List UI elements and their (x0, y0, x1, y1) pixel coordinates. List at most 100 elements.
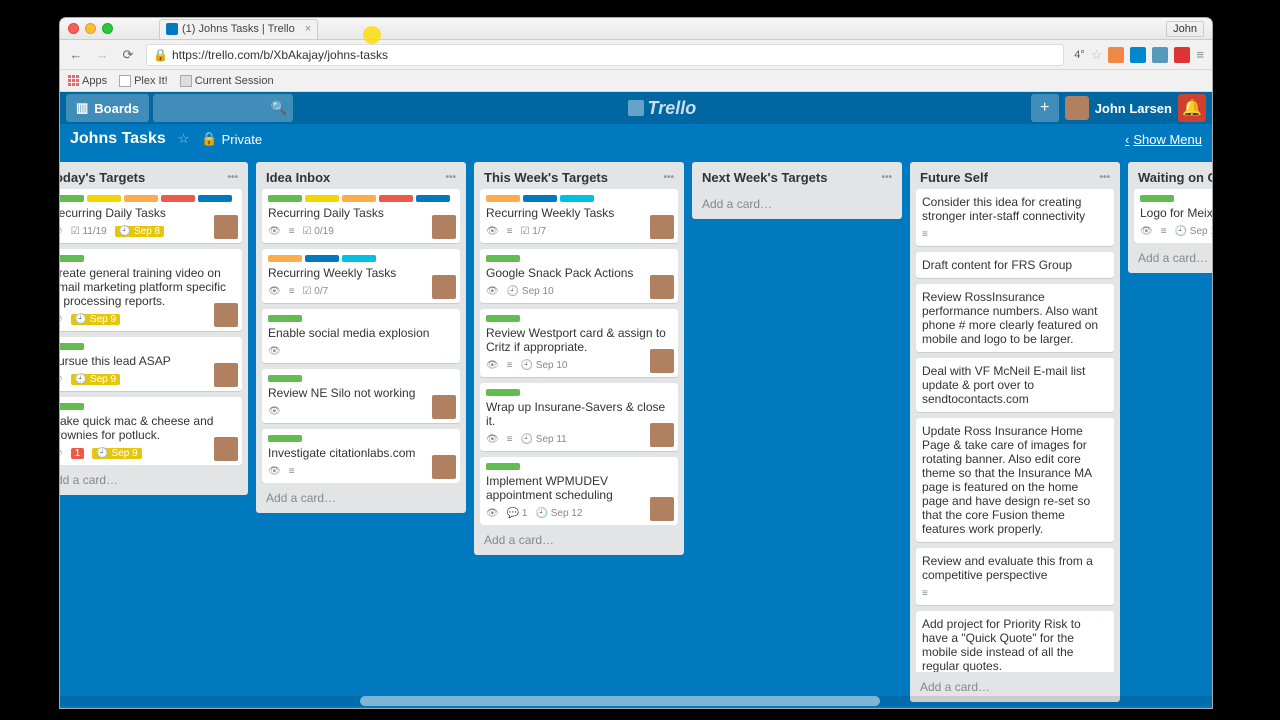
member-avatar[interactable] (650, 349, 674, 373)
privacy-button[interactable]: 🔒Private (201, 131, 262, 147)
member-avatar[interactable] (432, 215, 456, 239)
scrollbar-thumb[interactable] (360, 696, 880, 706)
add-card-button[interactable]: Add a card… (692, 189, 902, 219)
label-green[interactable] (60, 403, 84, 410)
browser-tab[interactable]: (1) Johns Tasks | Trello × (159, 19, 318, 39)
list-title[interactable]: Next Week's Targets (702, 170, 827, 185)
bookmark-session[interactable]: Current Session (180, 75, 274, 87)
card[interactable]: Implement WPMUDEV appointment scheduling… (480, 457, 678, 525)
extension-icon[interactable] (1108, 47, 1124, 63)
add-card-button[interactable]: Add a card… (256, 483, 466, 513)
card[interactable]: Recurring Weekly Tasks👁≡☑ 1/7 (480, 189, 678, 243)
card[interactable]: Review NE Silo not working👁 (262, 369, 460, 423)
card[interactable]: Pursue this lead ASAP👁🕘 Sep 9 (60, 337, 242, 391)
minimize-window-button[interactable] (85, 23, 96, 34)
label-green[interactable] (268, 315, 302, 322)
trello-logo[interactable]: Trello (628, 98, 697, 119)
card[interactable]: Review RossInsurance performance numbers… (916, 284, 1114, 352)
label-red[interactable] (161, 195, 195, 202)
label-green[interactable] (268, 195, 302, 202)
card[interactable]: Review Westport card & assign to Critz i… (480, 309, 678, 377)
label-green[interactable] (60, 255, 84, 262)
label-orange[interactable] (268, 255, 302, 262)
user-avatar[interactable] (1065, 96, 1089, 120)
member-avatar[interactable] (214, 437, 238, 461)
member-avatar[interactable] (650, 423, 674, 447)
add-card-button[interactable]: Add a card… (1128, 243, 1212, 273)
extension-icon[interactable] (1130, 47, 1146, 63)
card[interactable]: Consider this idea for creating stronger… (916, 189, 1114, 246)
card[interactable]: Deal with VF McNeil E-mail list update &… (916, 358, 1114, 412)
star-icon[interactable]: ☆ (1091, 47, 1103, 63)
label-green[interactable] (60, 195, 84, 202)
label-sky[interactable] (342, 255, 376, 262)
add-card-button[interactable]: Add a card… (474, 525, 684, 555)
list-title[interactable]: Idea Inbox (266, 170, 330, 185)
card[interactable]: Make quick mac & cheese and brownies for… (60, 397, 242, 465)
board-canvas[interactable]: Today's Targets ••• Recurring Daily Tasks👁… (60, 154, 1212, 708)
list-menu-icon[interactable]: ••• (445, 172, 456, 183)
reload-button[interactable]: ⟳ (120, 47, 136, 63)
user-name[interactable]: John Larsen (1095, 101, 1172, 116)
card[interactable]: Add project for Priority Risk to have a … (916, 611, 1114, 672)
card[interactable]: Google Snack Pack Actions👁🕘 Sep 10 (480, 249, 678, 303)
close-window-button[interactable] (68, 23, 79, 34)
notifications-button[interactable]: 🔔 (1178, 94, 1206, 122)
address-bar[interactable]: 🔒 https://trello.com/b/XbAkajay/johns-ta… (146, 44, 1064, 66)
label-blue[interactable] (416, 195, 450, 202)
member-avatar[interactable] (214, 303, 238, 327)
label-green[interactable] (486, 315, 520, 322)
list-title[interactable]: Today's Targets (60, 170, 145, 185)
label-green[interactable] (486, 389, 520, 396)
maximize-window-button[interactable] (102, 23, 113, 34)
card[interactable]: Recurring Weekly Tasks👁≡☑ 0/7 (262, 249, 460, 303)
list-title[interactable]: Waiting on Others (1138, 170, 1212, 185)
boards-button[interactable]: ▥ Boards (66, 94, 149, 122)
member-avatar[interactable] (432, 395, 456, 419)
show-menu-button[interactable]: ‹Show Menu (1125, 132, 1202, 147)
member-avatar[interactable] (650, 275, 674, 299)
bookmark-plex[interactable]: Plex It! (119, 75, 168, 87)
weather-widget[interactable]: 4° (1074, 49, 1085, 61)
card[interactable]: Update Ross Insurance Home Page & take c… (916, 418, 1114, 542)
label-green[interactable] (486, 255, 520, 262)
card[interactable]: Review and evaluate this from a competit… (916, 548, 1114, 605)
member-avatar[interactable] (650, 497, 674, 521)
member-avatar[interactable] (432, 455, 456, 479)
card[interactable]: Investigate citationlabs.com👁≡ (262, 429, 460, 483)
apps-bookmark[interactable]: Apps (68, 75, 107, 87)
star-icon[interactable]: ☆ (178, 131, 190, 147)
label-blue[interactable] (198, 195, 232, 202)
label-orange[interactable] (124, 195, 158, 202)
list-title[interactable]: This Week's Targets (484, 170, 608, 185)
card[interactable]: Enable social media explosion👁 (262, 309, 460, 363)
member-avatar[interactable] (650, 215, 674, 239)
list-menu-icon[interactable]: ••• (663, 172, 674, 183)
label-orange[interactable] (342, 195, 376, 202)
label-green[interactable] (60, 343, 84, 350)
close-tab-icon[interactable]: × (305, 23, 311, 35)
list-menu-icon[interactable]: ••• (881, 172, 892, 183)
label-red[interactable] (379, 195, 413, 202)
list-menu-icon[interactable]: ••• (227, 172, 238, 183)
menu-icon[interactable]: ≡ (1196, 47, 1204, 62)
label-orange[interactable] (486, 195, 520, 202)
card[interactable]: Recurring Daily Tasks👁☑ 11/19🕘 Sep 8 (60, 189, 242, 243)
label-blue[interactable] (305, 255, 339, 262)
label-yellow[interactable] (87, 195, 121, 202)
add-card-button[interactable]: Add a card… (60, 465, 248, 495)
card[interactable]: Logo for Meixell-Diehl Agency👁≡🕘 Sep 11 (1134, 189, 1212, 243)
member-avatar[interactable] (214, 215, 238, 239)
label-green[interactable] (1140, 195, 1174, 202)
member-avatar[interactable] (432, 275, 456, 299)
board-title[interactable]: Johns Tasks (70, 130, 166, 148)
label-green[interactable] (486, 463, 520, 470)
label-sky[interactable] (560, 195, 594, 202)
label-yellow[interactable] (305, 195, 339, 202)
label-green[interactable] (268, 375, 302, 382)
list-menu-icon[interactable]: ••• (1099, 172, 1110, 183)
card[interactable]: Recurring Daily Tasks👁≡☑ 0/19 (262, 189, 460, 243)
extension-icon[interactable] (1174, 47, 1190, 63)
forward-button[interactable]: → (94, 47, 110, 62)
list-title[interactable]: Future Self (920, 170, 988, 185)
